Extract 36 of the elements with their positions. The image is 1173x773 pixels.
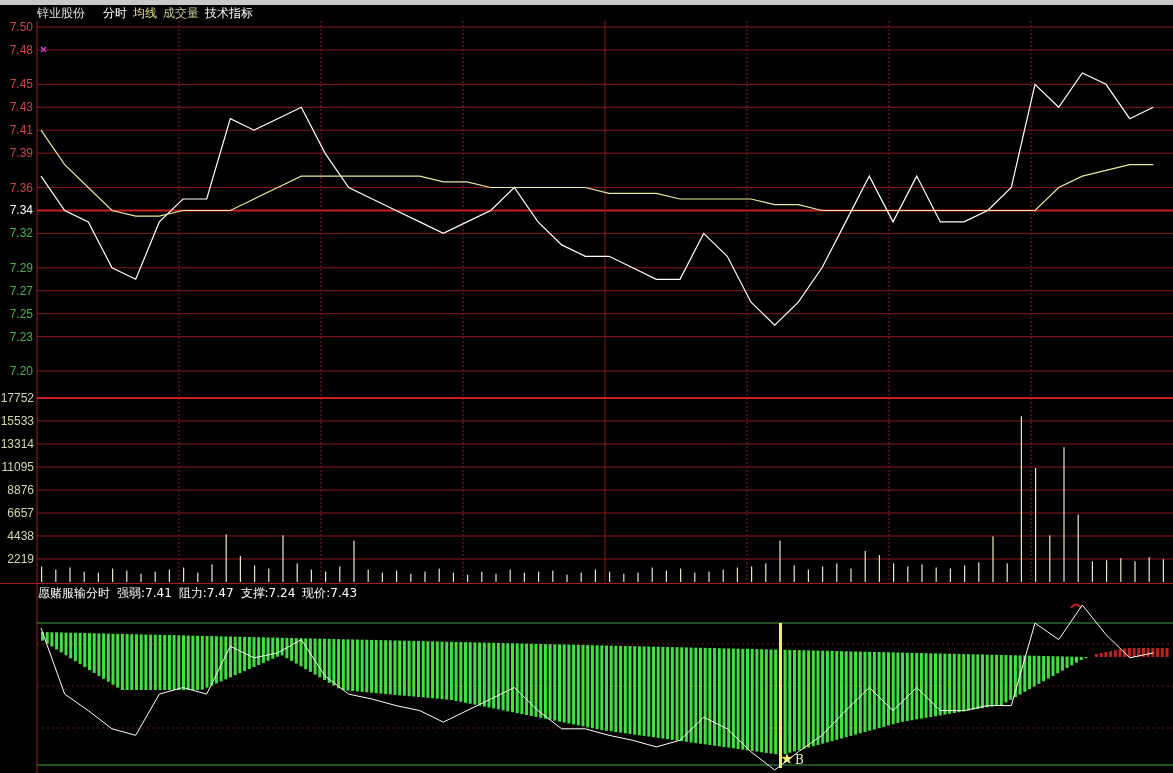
volume-axis-label: 17752 [0, 391, 34, 405]
arc-icon [1070, 603, 1082, 609]
stock-name: 锌业股份 [37, 5, 85, 21]
volume-axis-label: 8876 [7, 483, 34, 497]
price-axis-label: 7.27 [9, 283, 33, 298]
price-axis-label: 7.32 [9, 226, 33, 241]
price-axis-label: 7.36 [9, 180, 33, 195]
price-axis-label: 7.50 [9, 21, 33, 34]
menu-item[interactable]: 分时 [103, 5, 127, 21]
volume-axis-label: 4438 [7, 529, 34, 543]
volume-axis-label: 6657 [7, 506, 34, 520]
indicator-name: 愿赌服输分时 [38, 585, 110, 602]
indicator-reading: 现价:7.43 [302, 585, 358, 602]
indicator-reading: 强弱:7.41 [117, 585, 172, 602]
cross-icon [40, 46, 47, 53]
price-axis-label: 7.39 [9, 146, 33, 161]
volume-axis-label: 2219 [7, 552, 34, 566]
price-axis-label: 7.41 [9, 123, 33, 138]
volume-axis-label: 15533 [0, 414, 34, 428]
price-axis-label: 7.23 [9, 329, 33, 344]
indicator-reading: 阻力:7.47 [178, 585, 234, 602]
volume-axis-label: 11095 [1, 460, 34, 474]
indicator-reading: 支撑:7.24 [240, 585, 296, 602]
menu-item[interactable]: 成交量 [163, 5, 199, 21]
star-icon [781, 753, 793, 764]
price-axis-label: 7.43 [9, 100, 33, 115]
price-axis-label: 7.45 [9, 77, 33, 92]
price-axis-label: 7.34 [9, 203, 33, 218]
price-axis-label: 7.25 [9, 306, 33, 321]
price-axis-label: 7.29 [9, 260, 33, 275]
signal-label: B [795, 753, 804, 767]
menu-item[interactable]: 技术指标 [205, 5, 253, 21]
volume-axis-label: 13314 [0, 437, 34, 451]
price-axis-label: 7.48 [9, 42, 33, 57]
price-axis-label: 7.20 [9, 364, 33, 378]
menu-item[interactable]: 均线 [133, 5, 157, 21]
